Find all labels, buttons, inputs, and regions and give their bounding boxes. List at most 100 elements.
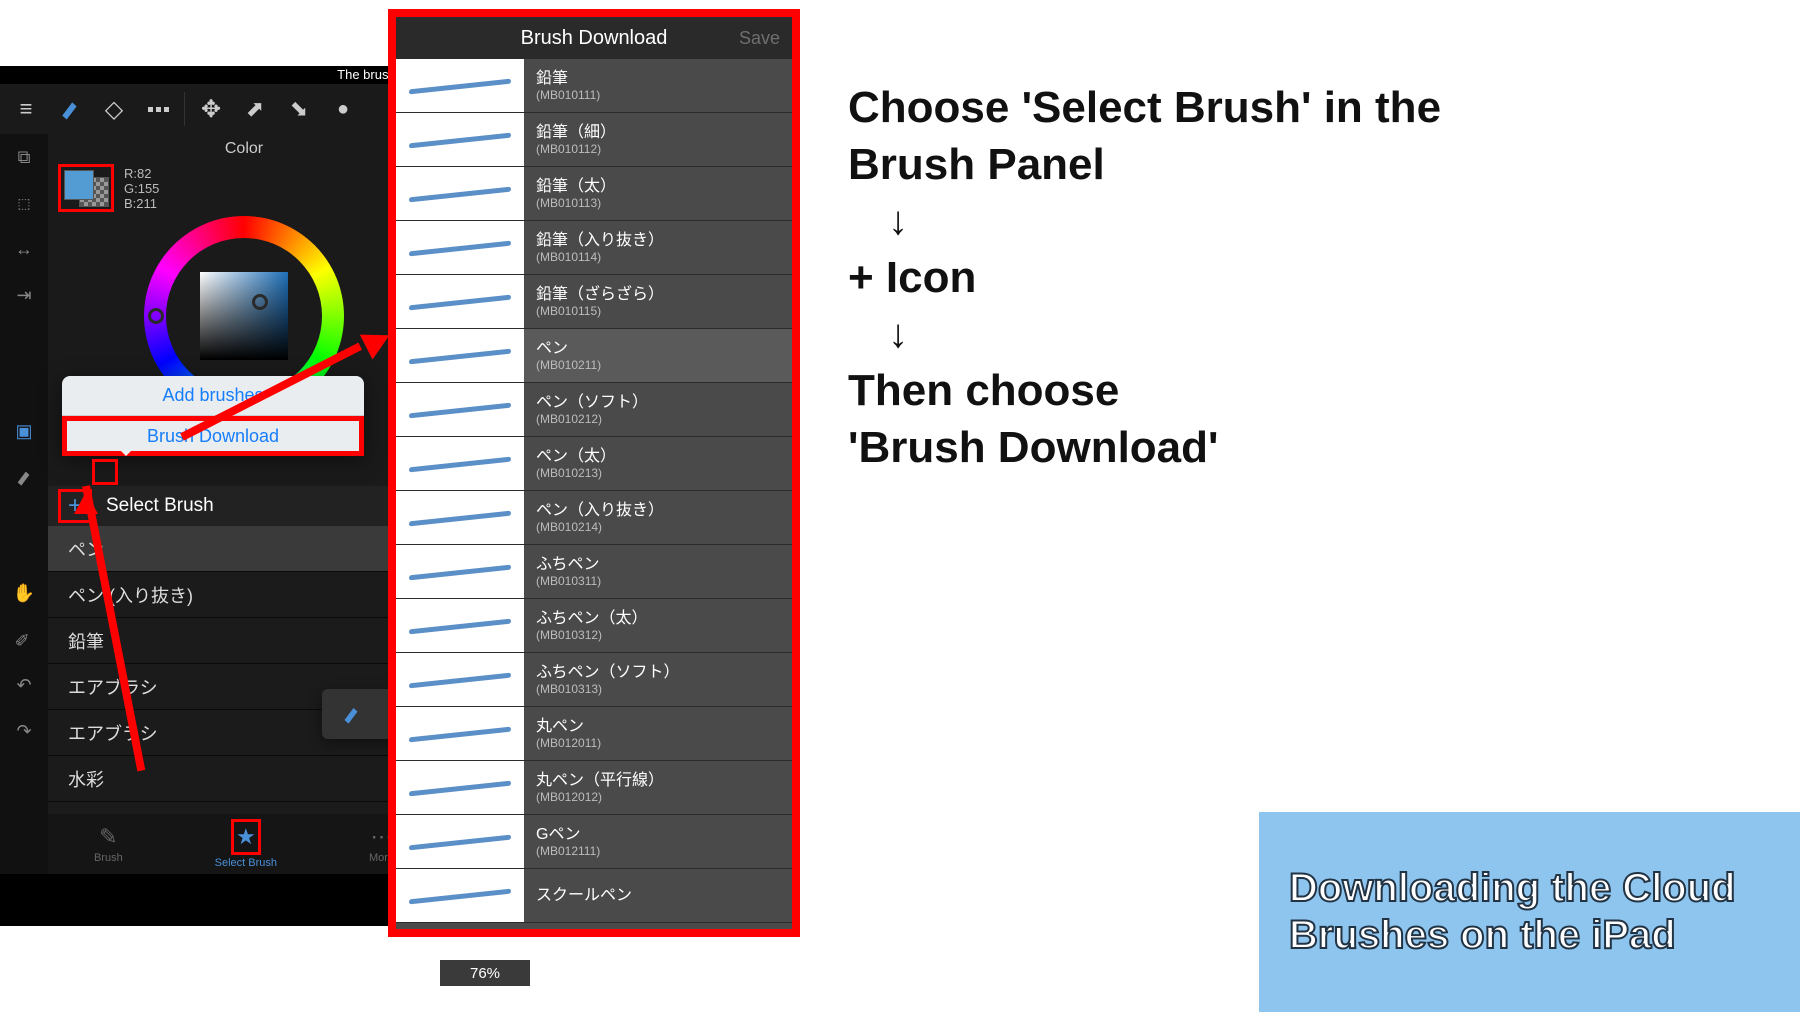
download-list-item[interactable]: ペン（ソフト）(MB010212)	[396, 383, 792, 437]
main-column: Color R:82 G:155 B:211 i +	[48, 134, 440, 874]
brush-preview	[396, 113, 524, 166]
fg-swatch[interactable]	[64, 170, 94, 200]
download-brush-id: (MB010311)	[536, 574, 601, 588]
brush-list-item[interactable]: 水彩80	[48, 756, 440, 802]
save-button[interactable]: Save	[739, 28, 780, 49]
download-header: Brush Download Save	[396, 17, 792, 59]
download-list-item[interactable]: 鉛筆（入り抜き）(MB010114)	[396, 221, 792, 275]
brush-preview	[396, 653, 524, 706]
brush-icon[interactable]	[342, 704, 362, 724]
download-list-item[interactable]: ペン（太）(MB010213)	[396, 437, 792, 491]
toolbar-divider	[184, 92, 185, 126]
brush-preview	[396, 869, 524, 922]
color-swatch[interactable]	[58, 164, 114, 212]
eraser-tool-button[interactable]	[92, 87, 136, 131]
download-list-item[interactable]: ペン（入り抜き）(MB010214)	[396, 491, 792, 545]
sv-knob[interactable]	[252, 294, 268, 310]
app-titlebar: The brush tool al	[0, 66, 440, 84]
callout-arrow	[182, 328, 397, 446]
download-list-item[interactable]: 鉛筆（ざらざら）(MB010115)	[396, 275, 792, 329]
brush-name: エアブラシ	[68, 674, 158, 700]
selection-tool-button[interactable]	[136, 87, 180, 131]
download-brush-name: 丸ペン	[536, 718, 601, 736]
star-icon: ★	[236, 824, 256, 850]
download-list-item[interactable]: 鉛筆（太）(MB010113)	[396, 167, 792, 221]
brush-name: エアブラシ	[68, 720, 158, 746]
transform1-button[interactable]	[233, 87, 277, 131]
download-brush-name: ふちペン（太）	[536, 610, 648, 628]
eyedropper-tool[interactable]	[0, 616, 48, 662]
brush-preview	[396, 167, 524, 220]
brush-tool-button[interactable]	[48, 87, 92, 131]
transform2-button[interactable]	[277, 87, 321, 131]
brush-icon	[15, 468, 33, 486]
brush-preview	[396, 59, 524, 112]
download-list-item[interactable]: ふちペン（ソフト）(MB010313)	[396, 653, 792, 707]
shape-tool-button[interactable]	[321, 87, 365, 131]
brush-icon	[59, 98, 81, 120]
download-brush-id: (MB012011)	[536, 736, 601, 750]
app-toolbar	[0, 84, 440, 134]
download-brush-name: 丸ペン（平行線）	[536, 772, 664, 790]
download-brush-name: ペン	[536, 340, 601, 358]
snap-tool[interactable]	[0, 272, 48, 318]
bottom-tabs: ✎ Brush ★ Select Brush ⋯ More	[48, 814, 440, 874]
tab-select-brush[interactable]: ★ Select Brush	[215, 819, 277, 869]
zoom-indicator: 76%	[440, 960, 530, 986]
download-list-item[interactable]: ふちペン（太）(MB010312)	[396, 599, 792, 653]
color-panel-title: Color	[58, 140, 430, 158]
download-list-item[interactable]: ふちペン(MB010311)	[396, 545, 792, 599]
download-brush-name: 鉛筆（細）	[536, 124, 616, 142]
down-arrow-icon: ↓	[888, 309, 1441, 359]
instr-line1: Choose 'Select Brush' in the	[848, 80, 1441, 135]
tab-select-label: Select Brush	[215, 857, 277, 869]
undo-button[interactable]	[0, 662, 48, 708]
instr-line4: Then choose	[848, 363, 1441, 418]
brush-preview	[396, 707, 524, 760]
download-list-item[interactable]: 丸ペン（平行線）(MB012012)	[396, 761, 792, 815]
tab-brush[interactable]: ✎ Brush	[94, 824, 123, 864]
download-brush-id: (MB010214)	[536, 520, 664, 534]
fill-tool[interactable]	[0, 408, 48, 454]
ruler-tool[interactable]	[0, 226, 48, 272]
copy-tool[interactable]	[0, 134, 48, 180]
brush-preview	[396, 545, 524, 598]
brush-preview	[396, 599, 524, 652]
move-tool-button[interactable]	[189, 87, 233, 131]
download-brush-id: (MB010114)	[536, 250, 664, 264]
download-brush-id: (MB010112)	[536, 142, 616, 156]
marquee-tool[interactable]	[0, 180, 48, 226]
brush-side-tool[interactable]	[0, 454, 48, 500]
download-brush-name: スクールペン	[536, 887, 632, 905]
download-brush-id: (MB012111)	[536, 844, 600, 858]
download-brush-name: Gペン	[536, 826, 600, 844]
brush-list-item[interactable]: ペン15	[48, 526, 440, 572]
menu-button[interactable]	[4, 87, 48, 131]
instr-line5: 'Brush Download'	[848, 420, 1441, 475]
download-list-item[interactable]: スクールペン	[396, 869, 792, 923]
rgb-readout: R:82 G:155 B:211	[124, 166, 159, 211]
popup-tail	[116, 446, 136, 466]
brush-preview	[396, 761, 524, 814]
redo-button[interactable]	[0, 708, 48, 754]
download-list-item[interactable]: 鉛筆(MB010111)	[396, 59, 792, 113]
download-brush-id: (MB010115)	[536, 304, 664, 318]
brush-icon: ✎	[99, 824, 117, 850]
brush-preview	[396, 275, 524, 328]
brush-preview	[396, 815, 524, 868]
hue-knob[interactable]	[148, 308, 164, 324]
download-list-item[interactable]: 丸ペン(MB012011)	[396, 707, 792, 761]
brush-list-item[interactable]: 鉛筆10	[48, 618, 440, 664]
brush-name: 鉛筆	[68, 628, 104, 654]
brush-list[interactable]: ペン15ペン (入り抜き)15鉛筆10エアブラシ100エアブラシ100水彩80	[48, 526, 440, 814]
download-brush-id: (MB010312)	[536, 628, 648, 642]
download-title: Brush Download	[521, 27, 668, 50]
download-list-item[interactable]: Gペン(MB012111)	[396, 815, 792, 869]
hand-tool[interactable]	[0, 570, 48, 616]
download-list-item[interactable]: 鉛筆（細）(MB010112)	[396, 113, 792, 167]
download-brush-list[interactable]: 鉛筆(MB010111)鉛筆（細）(MB010112)鉛筆（太）(MB01011…	[396, 59, 792, 929]
download-brush-name: ふちペン（ソフト）	[536, 664, 680, 682]
download-list-item[interactable]: ペン(MB010211)	[396, 329, 792, 383]
brush-preview	[396, 383, 524, 436]
side-toolbar	[0, 134, 48, 874]
